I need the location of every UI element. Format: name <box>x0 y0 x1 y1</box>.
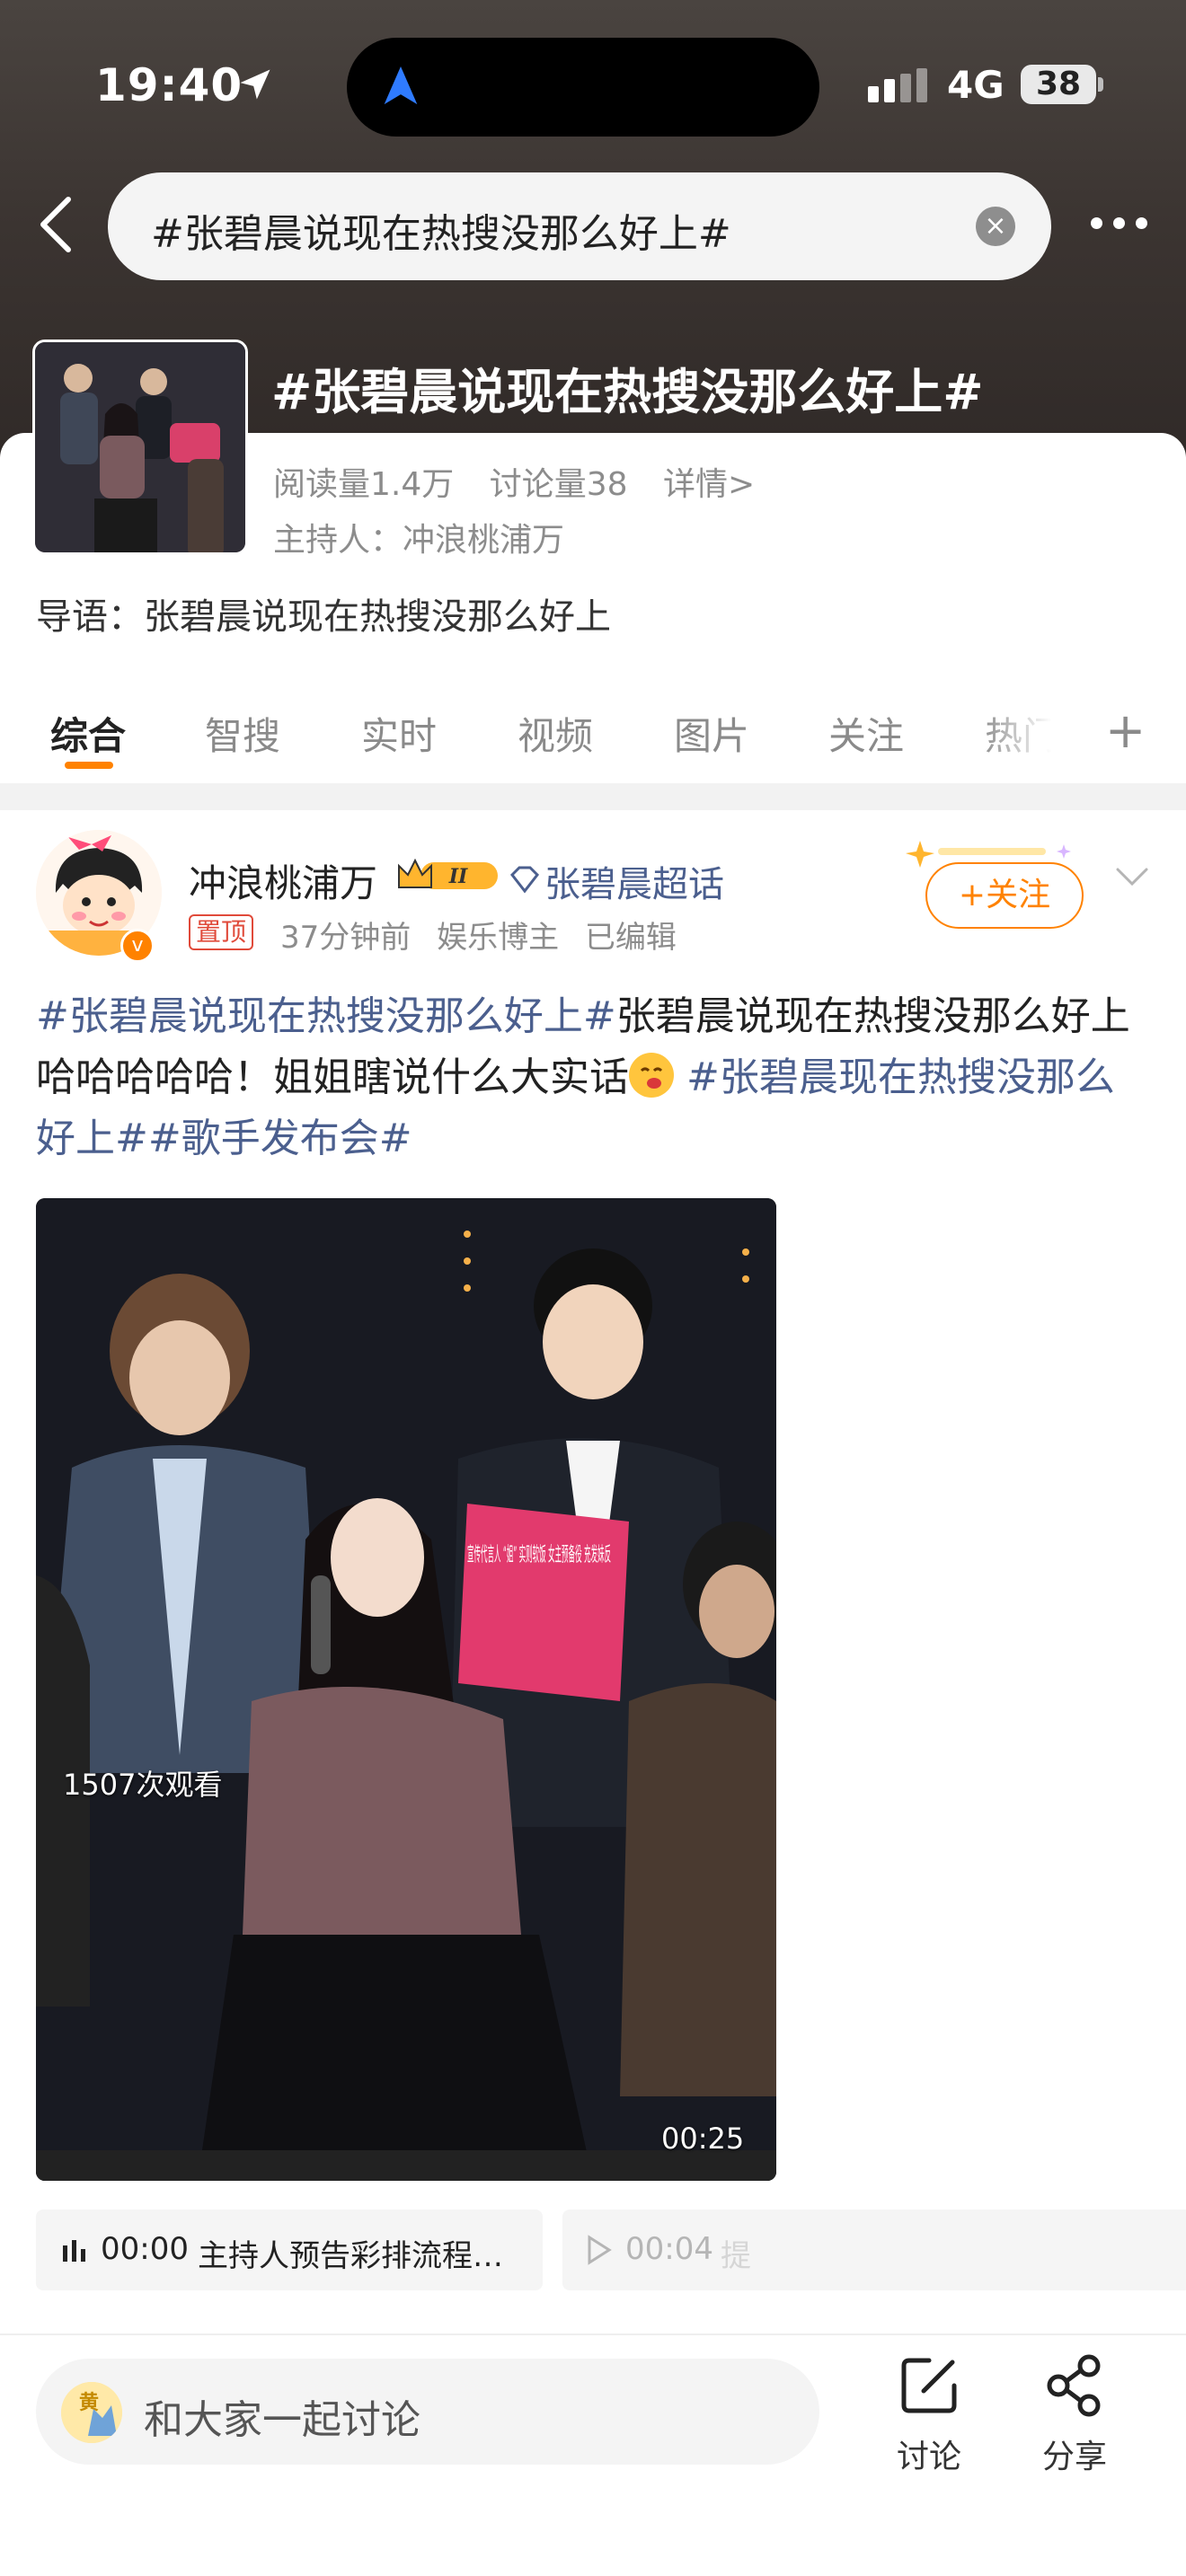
dot-icon <box>1113 217 1125 229</box>
topic-host: 主持人：冲浪桃浦万 <box>273 522 565 559</box>
audio-bars-icon <box>63 2240 85 2262</box>
search-query: #张碧晨说现在热搜没那么好上# <box>151 211 731 257</box>
chevron-down-icon[interactable] <box>1114 864 1150 891</box>
navigation-arrow-icon <box>384 66 418 105</box>
edit-discuss-icon <box>901 2358 957 2413</box>
clear-search-button[interactable]: × <box>976 207 1015 246</box>
bottom-bar: 黄 和大家一起讨论 讨论 分享 <box>0 2335 1186 2576</box>
back-button[interactable] <box>27 189 90 260</box>
author-role: 娱乐博主 <box>437 920 560 956</box>
chapter-label: 主持人预告彩排流程… <box>198 2238 503 2274</box>
topic-stats: 阅读量1.4万 讨论量38 详情> <box>273 458 780 505</box>
super-topic-link[interactable]: 张碧晨超话 <box>544 855 724 907</box>
tab-video[interactable]: 视频 <box>518 706 593 761</box>
add-tab-button[interactable]: + <box>1105 702 1146 759</box>
post-text: #张碧晨说现在热搜没那么好上#张碧晨说现在热搜没那么好上哈哈哈哈哈！姐姐瞎说什么… <box>36 986 1150 1169</box>
search-tabs: 综合 智搜 实时 视频 图片 关注 热门 + <box>0 692 1186 781</box>
more-options-button[interactable] <box>1084 205 1155 241</box>
signal-icon <box>868 68 927 102</box>
comment-placeholder: 和大家一起讨论 <box>144 2397 420 2443</box>
topic-read-count: 阅读量1.4万 <box>273 466 455 503</box>
hashtag-link[interactable]: #歌手发布会# <box>148 1116 412 1161</box>
discuss-button[interactable]: 讨论 <box>875 2353 983 2477</box>
play-icon <box>588 2235 612 2265</box>
tab-scroll-fade <box>979 692 1069 781</box>
video-frame-image: 宣传代言人 “姐” 实则软饭 女主预备役 充发妹反 <box>36 1198 776 2181</box>
share-label: 分享 <box>1041 2439 1107 2475</box>
video-player[interactable]: 宣传代言人 “姐” 实则软饭 女主预备役 充发妹反 1507次观看 00:25 <box>36 1198 776 2181</box>
post-time: 37分钟前 <box>280 920 412 956</box>
avatar-lettering: 黄 <box>79 2392 99 2414</box>
status-time: 19:40 <box>95 59 243 111</box>
topic-thumbnail-image <box>35 342 245 552</box>
video-duration: 00:25 <box>661 2122 745 2156</box>
chapter-time: 00:04 <box>625 2231 713 2267</box>
pinned-badge: 置顶 <box>189 914 254 950</box>
share-button[interactable]: 分享 <box>1021 2353 1128 2477</box>
active-tab-indicator <box>65 762 113 769</box>
diamond-icon <box>510 866 539 894</box>
comment-input[interactable]: 黄 和大家一起讨论 <box>36 2359 819 2465</box>
network-type: 4G <box>947 63 1005 107</box>
chapter-time: 00:00 <box>101 2231 189 2267</box>
dynamic-island <box>347 38 819 137</box>
smirk-emoji-icon <box>629 1053 674 1098</box>
tab-images[interactable]: 图片 <box>674 706 749 761</box>
search-input[interactable]: #张碧晨说现在热搜没那么好上# × <box>108 172 1051 280</box>
follow-button[interactable]: +关注 <box>925 862 1084 929</box>
topic-details-link[interactable]: 详情> <box>663 466 755 503</box>
post-meta: 37分钟前 娱乐博主 已编辑 <box>280 913 693 957</box>
tab-following[interactable]: 关注 <box>828 706 904 761</box>
chapter-label: 提 <box>721 2238 751 2274</box>
user-avatar: 黄 <box>61 2382 122 2443</box>
verified-badge-icon: v <box>120 929 155 963</box>
battery-level: 38 <box>1021 65 1096 104</box>
location-arrow-icon <box>240 69 270 100</box>
chevron-left-icon <box>40 197 71 252</box>
video-view-count: 1507次观看 <box>63 1768 223 1802</box>
tab-comprehensive[interactable]: 综合 <box>50 706 126 761</box>
dot-icon <box>1136 217 1147 229</box>
video-sign-text: 宣传代言人 “姐” 实则软饭 女主预备役 充发妹反 <box>467 1544 611 1566</box>
level-badge-text: II <box>448 865 468 888</box>
dot-icon <box>1091 217 1102 229</box>
topic-title: #张碧晨说现在热搜没那么好上# <box>271 364 984 420</box>
video-chapter-chip[interactable]: 00:00 主持人预告彩排流程… <box>36 2210 543 2290</box>
discuss-label: 讨论 <box>896 2439 961 2475</box>
share-icon <box>1047 2354 1101 2417</box>
status-bar: 19:40 4G 38 <box>0 0 1186 171</box>
post-author-name[interactable]: 冲浪桃浦万 <box>189 853 377 908</box>
battery-tip <box>1098 77 1103 92</box>
tab-smart-search[interactable]: 智搜 <box>205 706 280 761</box>
edited-label: 已编辑 <box>584 920 677 956</box>
hashtag-link[interactable]: #张碧晨说现在热搜没那么好上# <box>36 993 616 1039</box>
tab-realtime[interactable]: 实时 <box>361 706 437 761</box>
crown-level-badge-icon: II <box>398 858 498 889</box>
topic-intro: 导语：张碧晨说现在热搜没那么好上 <box>36 596 611 638</box>
section-divider <box>0 783 1186 810</box>
topic-thumbnail[interactable] <box>32 340 248 555</box>
topic-discussion-count: 讨论量38 <box>489 466 628 503</box>
user-avatar-image: 黄 <box>61 2382 122 2443</box>
video-chapter-chip[interactable]: 00:04 提 <box>562 2210 1186 2290</box>
